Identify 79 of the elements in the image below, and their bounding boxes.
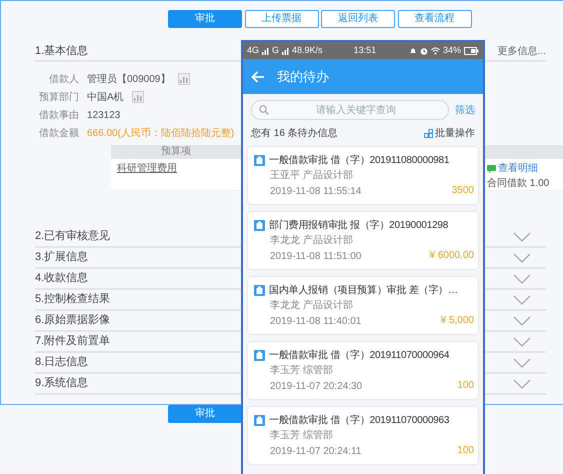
chevron-down-icon	[513, 294, 531, 304]
card-title: 一般借款审批 借（字）201911080000981	[269, 154, 450, 168]
budget-item-link[interactable]: 科研管理费用	[117, 163, 177, 174]
network-label: G	[272, 44, 280, 57]
table-header-cell: 预算项	[111, 145, 241, 159]
todo-card[interactable]: 一般借款审批 借（字）201911070000963 李玉芳 综管部 2019-11-07 20:24:11 100	[248, 407, 478, 464]
section-title[interactable]: 1.基本信息	[35, 42, 88, 60]
signal-icon	[282, 46, 290, 54]
section-title[interactable]: 4.收款信息	[35, 270, 88, 287]
chevron-down-icon	[513, 274, 531, 284]
todo-card[interactable]: 国内单人报销（项目预算）审批 差（字）… 李龙龙 产品设计部 2019-11-08 11:40:01 ¥ 5,000	[248, 277, 478, 334]
document-icon	[254, 155, 265, 166]
comment-icon	[487, 164, 496, 172]
card-title: 部门费用报销审批 报（字）20190001298	[269, 218, 448, 233]
chevron-down-icon	[513, 252, 531, 262]
field-label: 借款事由	[38, 108, 79, 122]
field-label: 借款金额	[38, 126, 79, 140]
field-label: 借款人	[48, 72, 79, 86]
card-person: 王亚平 产品设计部	[270, 169, 353, 182]
chevron-down-icon	[513, 336, 531, 346]
card-amount: 100	[457, 444, 474, 458]
page-title: 我的待办	[277, 68, 329, 86]
network-label: 4G	[247, 44, 260, 57]
card-person: 李龙龙 产品设计部	[270, 234, 353, 247]
grid-icon	[424, 129, 433, 138]
section-title[interactable]: 3.扩展信息	[35, 249, 88, 266]
battery-icon	[464, 46, 479, 54]
card-time: 2019-11-07 20:24:30	[270, 380, 362, 393]
bell-icon	[408, 46, 417, 54]
card-amount: ¥ 6000.00	[430, 249, 474, 263]
search-icon	[259, 105, 269, 115]
row-note: 合同借款 1.00	[487, 177, 550, 191]
chevron-down-icon	[513, 358, 531, 368]
field-value: 123123	[87, 108, 120, 122]
document-icon	[254, 220, 265, 231]
card-amount: ¥ 5,000	[440, 314, 474, 328]
more-info-link[interactable]: 更多信息...	[498, 44, 546, 58]
card-time: 2019-11-08 11:55:14	[270, 185, 362, 198]
section-title[interactable]: 7.附件及前置单	[35, 333, 110, 350]
todo-card[interactable]: 一般借款审批 借（字）201911070000964 李玉芳 综管部 2019-11-07 20:24:30 100	[248, 342, 478, 399]
chevron-down-icon	[513, 316, 531, 326]
section-title[interactable]: 6.原始票据影像	[35, 312, 110, 329]
card-time: 2019-11-08 11:40:01	[270, 315, 362, 328]
field-label: 预算部门	[38, 90, 79, 104]
status-time: 13:51	[354, 44, 376, 57]
signal-icon	[262, 46, 270, 54]
section-title[interactable]: 2.已有审核意见	[35, 228, 110, 245]
todo-card[interactable]: 一般借款审批 借（字）201911080000981 王亚平 产品设计部 2019-11-08 11:55:14 3500	[248, 147, 478, 204]
field-value: 666.00(人民币：陆佰陆拾陆元整)	[87, 126, 234, 140]
back-arrow-icon[interactable]	[251, 70, 265, 82]
card-person: 李龙龙 产品设计部	[270, 299, 353, 312]
wifi-icon	[430, 46, 440, 54]
alarm-clock-icon	[420, 46, 428, 54]
pending-count: 您有 16 条待办信息	[251, 126, 338, 141]
card-person: 李玉芳 综管部	[270, 364, 333, 377]
document-icon	[254, 350, 265, 361]
search-field[interactable]: 请输入关键字查询	[251, 100, 449, 120]
document-icon	[254, 285, 265, 296]
card-title: 一般借款审批 借（字）201911070000964	[269, 348, 450, 363]
document-icon	[254, 415, 265, 426]
card-amount: 100	[457, 379, 474, 393]
card-person: 李玉芳 综管部	[270, 429, 333, 442]
section-title[interactable]: 9.系统信息	[35, 375, 88, 392]
batch-operation-link[interactable]: 批量操作	[424, 126, 475, 141]
card-title: 国内单人报销（项目预算）审批 差（字）…	[269, 284, 458, 298]
network-speed: 48.9K/s	[292, 44, 323, 57]
card-time: 2019-11-07 20:24:11	[270, 445, 362, 458]
card-title: 一般借款审批 借（字）201911070000963	[269, 414, 450, 428]
field-value: 中国A机	[87, 90, 124, 104]
field-value: 管理员【009009】	[87, 72, 170, 86]
detail-link[interactable]: 查看明细	[498, 161, 538, 176]
chevron-down-icon	[513, 378, 531, 388]
chevron-down-icon	[513, 232, 531, 242]
todo-card[interactable]: 部门费用报销审批 报（字）20190001298 李龙龙 产品设计部 2019-11-08 11:51:00 ¥ 6000.00	[248, 212, 478, 269]
card-time: 2019-11-08 11:51:00	[270, 250, 362, 263]
section-title[interactable]: 8.日志信息	[35, 354, 88, 371]
battery-percent: 34%	[442, 44, 461, 57]
section-title[interactable]: 5.控制检查结果	[35, 291, 110, 308]
card-amount: 3500	[452, 184, 474, 198]
